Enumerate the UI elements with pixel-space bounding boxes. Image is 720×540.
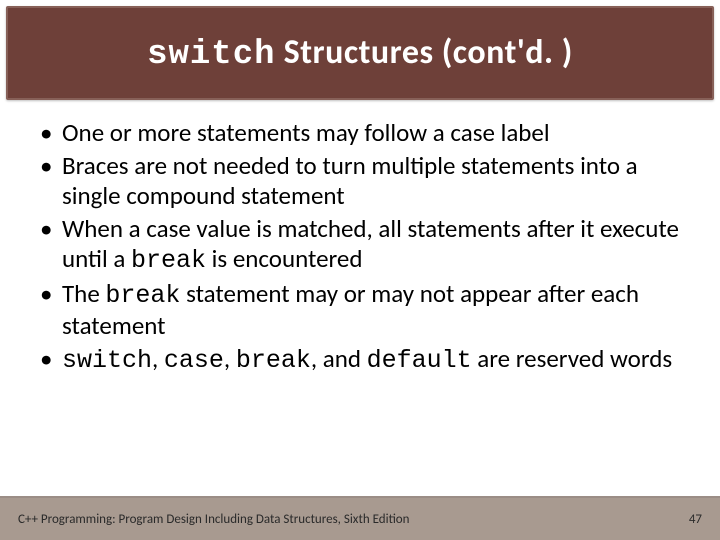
code-text: switch [62, 346, 152, 375]
body-text: are reserved words [472, 343, 672, 374]
slide-body: One or more statements may follow a case… [0, 100, 720, 540]
bullet-item: When a case value is matched, all statem… [34, 214, 686, 277]
bullet-list: One or more statements may follow a case… [34, 118, 686, 376]
footer-source: C++ Programming: Program Design Includin… [18, 512, 410, 527]
bullet-item: switch, case, break, and default are res… [34, 344, 686, 377]
code-text: case [164, 346, 224, 375]
code-text: break [236, 346, 311, 375]
bullet-item: Braces are not needed to turn multiple s… [34, 151, 686, 212]
body-text: , [152, 343, 164, 374]
slide: switch Structures (cont'd. ) One or more… [0, 0, 720, 540]
footer-page: 47 [689, 512, 702, 527]
body-text: , [224, 343, 236, 374]
code-text: break [131, 246, 206, 275]
bullet-item: One or more statements may follow a case… [34, 118, 686, 149]
body-text: Braces are not needed to turn multiple s… [62, 150, 638, 212]
body-text: is encountered [206, 243, 362, 274]
title-keyword: switch [147, 36, 275, 74]
body-text: The [62, 278, 105, 309]
code-text: break [105, 281, 180, 310]
slide-title: switch Structures (cont'd. ) [147, 32, 573, 74]
body-text: One or more statements may follow a case… [62, 117, 550, 148]
footer: C++ Programming: Program Design Includin… [0, 496, 720, 540]
title-rest: Structures (cont'd. ) [276, 32, 573, 73]
bullet-item: The break statement may or may not appea… [34, 279, 686, 342]
title-bar: switch Structures (cont'd. ) [6, 6, 714, 100]
code-text: default [367, 346, 472, 375]
body-text: , and [311, 343, 367, 374]
